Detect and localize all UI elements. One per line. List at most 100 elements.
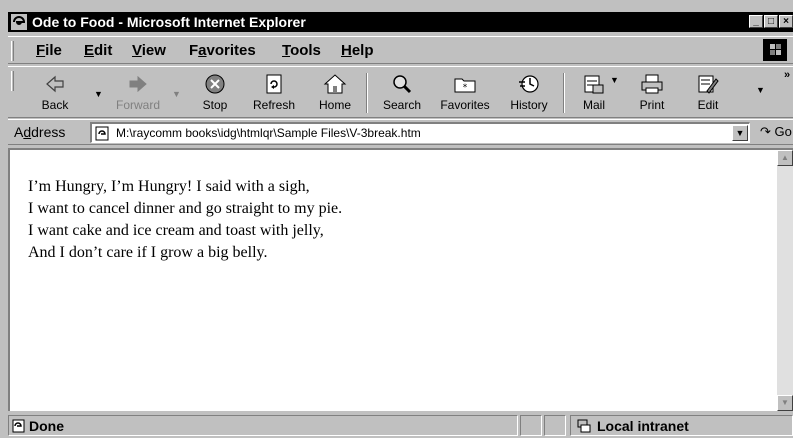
menu-edit-access: E — [84, 42, 95, 59]
stop-button[interactable]: Stop — [194, 71, 236, 117]
toolbar-overflow-icon[interactable]: » — [784, 69, 790, 81]
page-done-icon — [12, 419, 25, 433]
address-label-pre: A — [14, 124, 24, 140]
edit-button[interactable]: Edit — [690, 71, 726, 117]
menu-file-rest: ile — [45, 42, 62, 59]
back-button[interactable]: Back — [30, 71, 80, 117]
mail-label: Mail — [582, 98, 605, 112]
back-arrow-icon — [46, 75, 64, 93]
menu-view-access: V — [132, 42, 142, 59]
standard-toolbar: Back ▼ Forward ▼ Stop Refresh Home Searc… — [8, 66, 793, 118]
scroll-down-icon[interactable]: ▼ — [777, 395, 793, 411]
menu-help-rest: elp — [351, 42, 374, 59]
address-input[interactable]: M:\raycomm books\idg\htmlqr\Sample Files… — [90, 122, 750, 143]
go-label: Go — [774, 124, 792, 139]
scroll-up-icon[interactable]: ▲ — [777, 150, 793, 166]
status-bar: Done Local intranet — [8, 413, 793, 438]
page-icon — [95, 126, 109, 141]
menu-favorites-pre: F — [189, 42, 199, 59]
menu-view-rest: iew — [141, 42, 166, 59]
address-url: M:\raycomm books\idg\htmlqr\Sample Files… — [116, 126, 421, 140]
forward-button[interactable]: Forward — [108, 71, 168, 117]
back-dropdown-icon[interactable]: ▼ — [94, 89, 103, 99]
browser-window: Ode to Food - Microsoft Internet Explore… — [0, 0, 793, 438]
mail-dropdown-icon[interactable]: ▼ — [610, 75, 619, 85]
menu-bar: File Edit View Favorites Tools Help — [8, 36, 793, 64]
toolbar-separator — [563, 73, 565, 113]
print-label: Print — [639, 98, 665, 112]
favorites-label: Favorites — [440, 98, 490, 112]
menu-grip[interactable] — [11, 41, 14, 61]
search-button[interactable]: Search — [376, 71, 428, 117]
poem-line: I’m Hungry, I’m Hungry! I said with a si… — [28, 178, 310, 195]
search-label: Search — [382, 98, 422, 112]
history-button[interactable]: History — [502, 71, 556, 117]
ie-icon[interactable] — [11, 14, 27, 30]
back-label: Back — [41, 98, 69, 112]
svg-text:*: * — [463, 83, 468, 93]
menu-file-access: F — [36, 42, 46, 59]
menu-view[interactable]: View — [132, 42, 166, 59]
favorites-folder-icon: * — [454, 78, 476, 93]
go-button[interactable]: ↷ Go — [760, 124, 792, 140]
home-button[interactable]: Home — [312, 71, 358, 117]
intranet-icon — [577, 419, 591, 433]
menu-help-access: H — [341, 42, 352, 59]
menu-tools-access: T — [282, 42, 291, 59]
search-icon — [393, 75, 412, 94]
menu-edit-rest: dit — [94, 42, 113, 59]
poem-line: I want to cancel dinner and go straight … — [28, 200, 343, 217]
refresh-icon — [266, 74, 282, 94]
menu-favorites[interactable]: Favorites — [189, 42, 256, 59]
address-dropdown-icon[interactable]: ▼ — [732, 125, 748, 141]
status-text: Done — [29, 418, 64, 434]
refresh-button[interactable]: Refresh — [246, 71, 302, 117]
vertical-scrollbar[interactable]: ▲ ▼ — [777, 150, 793, 411]
address-label-rest: dress — [31, 124, 66, 140]
status-pane — [544, 415, 566, 436]
stop-label: Stop — [202, 98, 228, 112]
edit-label: Edit — [697, 98, 719, 112]
menu-favorites-access: a — [198, 42, 207, 59]
forward-dropdown-icon[interactable]: ▼ — [172, 89, 181, 99]
maximize-button[interactable]: □ — [764, 15, 778, 28]
window-title: Ode to Food - Microsoft Internet Explore… — [32, 14, 306, 30]
history-icon — [519, 75, 539, 93]
forward-label: Forward — [115, 98, 160, 112]
menu-edit[interactable]: Edit — [84, 42, 112, 59]
menu-help[interactable]: Help — [341, 42, 374, 59]
print-icon — [641, 74, 663, 94]
mail-button[interactable]: Mail — [574, 71, 614, 117]
address-label: Address — [14, 124, 65, 140]
poem-line: I want cake and ice cream and toast with… — [28, 222, 324, 239]
forward-arrow-icon — [129, 75, 147, 93]
menu-file[interactable]: File — [36, 42, 62, 59]
status-pane — [520, 415, 542, 436]
home-icon — [323, 74, 347, 94]
page-content[interactable]: I’m Hungry, I’m Hungry! I said with a si… — [8, 148, 793, 411]
title-bar[interactable]: Ode to Food - Microsoft Internet Explore… — [8, 12, 793, 32]
go-arrow-icon: ↷ — [760, 124, 771, 139]
toolbar-grip[interactable] — [11, 71, 14, 91]
history-label: History — [510, 98, 548, 112]
poem-line: And I don’t care if I grow a big belly. — [28, 244, 268, 261]
status-zone: Local intranet — [570, 415, 793, 436]
menu-tools[interactable]: Tools — [282, 42, 321, 59]
stop-icon — [205, 74, 225, 94]
address-bar: Address M:\raycomm books\idg\htmlqr\Samp… — [8, 119, 793, 145]
menu-favorites-rest: vorites — [206, 42, 256, 59]
poem: I’m Hungry, I’m Hungry! I said with a si… — [28, 176, 342, 264]
edit-icon — [698, 75, 719, 94]
edit-dropdown-icon[interactable]: ▼ — [756, 85, 765, 95]
mail-icon — [584, 75, 604, 94]
print-button[interactable]: Print — [632, 71, 672, 117]
toolbar-separator — [366, 73, 368, 113]
home-label: Home — [318, 98, 351, 112]
refresh-label: Refresh — [252, 98, 296, 112]
close-button[interactable]: × — [779, 15, 793, 28]
address-label-access: d — [23, 124, 32, 140]
zone-text: Local intranet — [597, 418, 689, 434]
favorites-button[interactable]: * Favorites — [434, 71, 496, 117]
status-main: Done — [8, 415, 518, 436]
minimize-button[interactable]: _ — [749, 15, 763, 28]
